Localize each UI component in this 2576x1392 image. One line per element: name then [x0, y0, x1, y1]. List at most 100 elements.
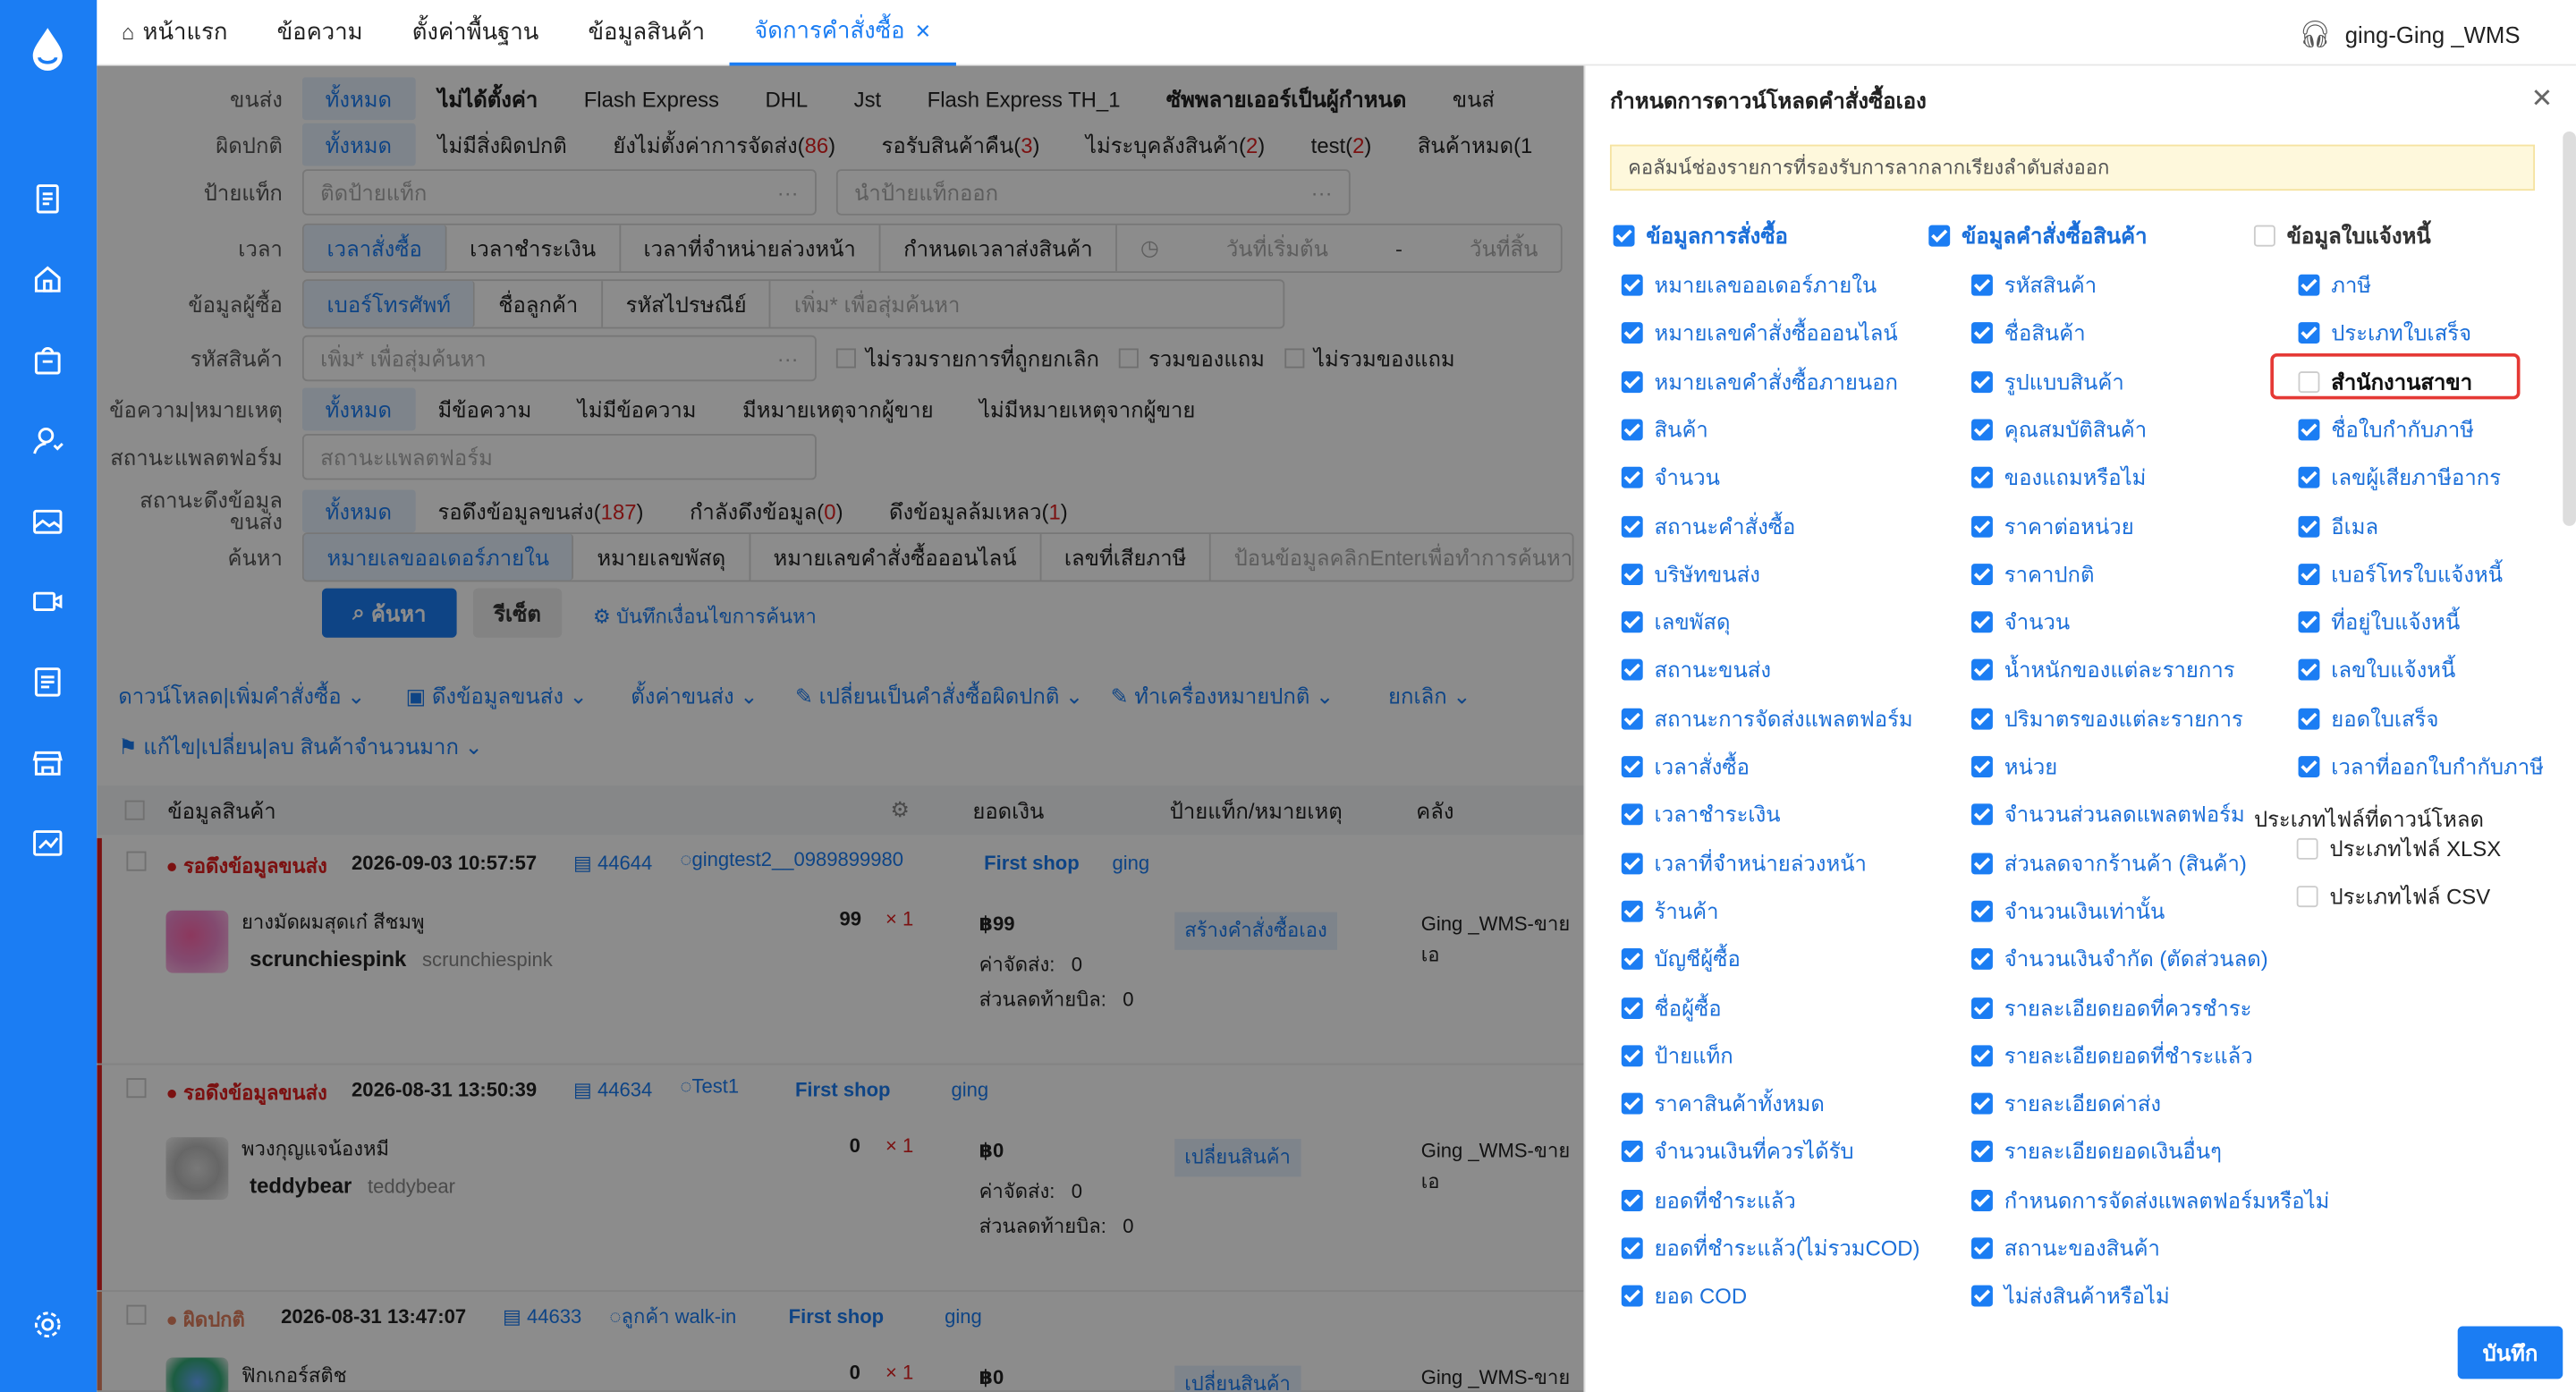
xlsx-option[interactable]: ประเภทไฟล์ XLSX: [2296, 832, 2501, 867]
search-option[interactable]: หมายเลขพัสดุ: [574, 534, 750, 581]
filter-option[interactable]: ทั้งหมด: [301, 77, 415, 121]
headset-icon[interactable]: 🎧︎: [2299, 18, 2332, 51]
field-checkbox[interactable]: รายละเอียดยอดที่ควรชำระ: [1971, 990, 2252, 1025]
pull-option[interactable]: ดึงข้อมูลล้มเหลว(1): [866, 489, 1090, 532]
settings-icon[interactable]: [30, 1306, 65, 1342]
time-option[interactable]: เวลาชำระเงิน: [446, 225, 621, 272]
field-checkbox[interactable]: เวลาสั่งซื้อ: [1621, 750, 1750, 785]
document-icon[interactable]: [30, 181, 65, 216]
field-checkbox[interactable]: บัญชีผู้ซื้อ: [1621, 942, 1741, 977]
buyer-link[interactable]: ◌gingtest2__0989899980: [680, 848, 903, 871]
memo-option[interactable]: ไม่มีข้อความ: [555, 388, 719, 431]
date-range-input[interactable]: ◷ วันที่เริ่มต้น - วันที่สิ้น: [1117, 225, 1561, 271]
field-checkbox[interactable]: ป้ายแท็ก: [1621, 1039, 1733, 1074]
time-option[interactable]: กำหนดเวลาส่งสินค้า: [880, 225, 1118, 272]
time-option[interactable]: เวลาสั่งซื้อ: [303, 225, 447, 272]
filter-option[interactable]: ทั้งหมด: [301, 123, 415, 166]
field-checkbox[interactable]: หมายเลขออเดอร์ภายใน: [1621, 267, 1877, 302]
filter-option[interactable]: ยังไม่ตั้งค่าการจัดส่ง(86): [590, 123, 859, 166]
add-tag-select[interactable]: ติดป้ายแท็ก ···: [301, 169, 817, 216]
image-icon[interactable]: [30, 503, 65, 539]
field-checkbox[interactable]: รายละเอียดยอดเงินอื่นๆ: [1971, 1134, 2222, 1169]
order-id-link[interactable]: ▤ 44644: [573, 852, 652, 875]
platform-status-select[interactable]: สถานะแพลตฟอร์ม: [301, 433, 817, 480]
filter-option[interactable]: สินค้าหมด(1: [1394, 123, 1555, 166]
filter-option[interactable]: test(2): [1288, 123, 1394, 166]
field-checkbox[interactable]: รหัสสินค้า: [1971, 267, 2097, 302]
field-checkbox[interactable]: สถานะคำสั่งซื้อ: [1621, 509, 1795, 544]
field-checkbox[interactable]: เลขผู้เสียภาษีอากร: [2298, 461, 2501, 496]
save-button[interactable]: บันทึก: [2457, 1326, 2563, 1379]
order-id-link[interactable]: ▤ 44634: [573, 1078, 652, 1101]
row-checkbox[interactable]: [126, 1304, 147, 1325]
filter-option[interactable]: รอรับสินค้าคืน(3): [859, 123, 1063, 166]
buyer-option[interactable]: เบอร์โทรศัพท์: [303, 281, 476, 327]
reset-button[interactable]: รีเซ็ต: [472, 588, 563, 638]
column-header-checkbox[interactable]: ข้อมูลคำสั่งซื้อสินค้า: [1928, 218, 2148, 253]
field-checkbox[interactable]: ชื่อสินค้า: [1971, 316, 2086, 351]
field-checkbox[interactable]: จำนวนเงินจำกัด (ตัดส่วนลด): [1971, 942, 2268, 977]
order-id-link[interactable]: ▤ 44633: [503, 1305, 581, 1328]
field-checkbox[interactable]: สถานะขนส่ง: [1621, 653, 1771, 688]
buyer-search-input[interactable]: เพิ่ม* เพื่อสุ่มค้นหา: [771, 281, 1284, 327]
pull-option[interactable]: ทั้งหมด: [301, 489, 415, 533]
user-menu[interactable]: 🎧︎ ging-Ging _WMS: [2299, 18, 2521, 51]
field-checkbox[interactable]: เบอร์โทรใบแจ้งหนี้: [2298, 556, 2503, 591]
pull-option[interactable]: รอดึงข้อมูลขนส่ง(187): [415, 489, 666, 532]
time-option[interactable]: เวลาที่จำหน่ายล่วงหน้า: [621, 225, 881, 272]
shop-link[interactable]: First shop: [984, 852, 1080, 875]
filter-option[interactable]: ขนส่: [1429, 77, 1518, 120]
report-icon[interactable]: [30, 664, 65, 700]
exclude-gift-checkbox[interactable]: ไม่รวมของแถม: [1284, 341, 1455, 376]
field-checkbox[interactable]: ที่อยู่ใบแจ้งหนี้: [2298, 605, 2460, 640]
memo-option[interactable]: ทั้งหมด: [301, 387, 415, 431]
field-checkbox[interactable]: ไม่ส่งสินค้าหรือไม่: [1971, 1279, 2170, 1314]
field-checkbox[interactable]: ยอดใบเสร็จ: [2298, 701, 2438, 736]
field-checkbox[interactable]: ของแถมหรือไม่: [1971, 461, 2146, 496]
chart-icon[interactable]: [30, 825, 65, 861]
keyword-input[interactable]: ป้อนข้อมูลคลิกEnterเพื่อทำการค้นหา: [1211, 534, 1573, 580]
field-checkbox[interactable]: อีเมล: [2298, 509, 2378, 544]
filter-option[interactable]: Jst: [831, 77, 904, 120]
field-checkbox[interactable]: ยอดที่ชำระแล้ว: [1621, 1183, 1796, 1218]
filter-option[interactable]: ไม่มีสิ่งผิดปกติ: [415, 123, 590, 166]
search-option[interactable]: หมายเลขออเดอร์ภายใน: [303, 534, 574, 581]
tab-messages[interactable]: ข้อความ: [252, 0, 387, 65]
field-checkbox[interactable]: ร้านค้า: [1621, 894, 1719, 929]
scrollbar[interactable]: [2563, 131, 2576, 526]
field-checkbox[interactable]: ภาษี: [2298, 267, 2371, 302]
search-button[interactable]: ⌕ ค้นหา: [321, 588, 457, 638]
memo-option[interactable]: มีข้อความ: [415, 388, 555, 431]
exclude-cancelled-checkbox[interactable]: ไม่รวมรายการที่ถูกยกเลิก: [835, 341, 1099, 376]
field-checkbox[interactable]: บริษัทขนส่ง: [1621, 556, 1760, 591]
tab-order-management[interactable]: จัดการคำสั่งซื้อ ✕: [729, 0, 956, 65]
field-checkbox[interactable]: เลขใบแจ้งหนี้: [2298, 653, 2455, 688]
field-checkbox[interactable]: กำหนดการจัดส่งแพลตฟอร์มหรือไม่: [1971, 1183, 2329, 1218]
save-search-button[interactable]: ⚙ บันทึกเงื่อนไขการค้นหา: [593, 601, 817, 632]
field-checkbox[interactable]: รูปแบบสินค้า: [1971, 364, 2124, 399]
tab-product-info[interactable]: ข้อมูลสินค้า: [564, 0, 730, 65]
field-checkbox[interactable]: หมายเลขคำสั่งซื้อออนไลน์: [1621, 316, 1898, 351]
memo-option[interactable]: ไม่มีหมายเหตุจากผู้ขาย: [956, 388, 1218, 431]
mark-abnormal-menu[interactable]: ✎ เปลี่ยนเป็นคำสั่งซื้อผิดปกติ ⌄: [795, 679, 1083, 714]
field-checkbox[interactable]: ราคาต่อหน่วย: [1971, 509, 2134, 544]
column-header-checkbox[interactable]: ข้อมูลใบแจ้งหนี้: [2253, 218, 2431, 253]
field-checkbox[interactable]: จำนวน: [1971, 605, 2070, 640]
filter-option[interactable]: ซัพพลายเออร์เป็นผู้กำหนด: [1143, 77, 1429, 120]
logo-drop-icon[interactable]: [26, 23, 69, 72]
filter-option[interactable]: ไม่ระบุคลังสินค้า(2): [1063, 123, 1288, 166]
buyer-link[interactable]: ◌ลูกค้า walk-in: [609, 1302, 736, 1333]
field-checkbox[interactable]: จำนวนเงินที่ควรได้รับ: [1621, 1134, 1854, 1169]
field-checkbox[interactable]: ยอดที่ชำระแล้ว(ไม่รวมCOD): [1621, 1231, 1920, 1266]
sku-search-input[interactable]: เพิ่ม* เพื่อสุ่มค้นหา ···: [301, 335, 817, 382]
field-checkbox[interactable]: ราคาปกติ: [1971, 556, 2095, 591]
remove-tag-select[interactable]: นำป้ายแท็กออก ···: [835, 169, 1351, 216]
memo-option[interactable]: มีหมายเหตุจากผู้ขาย: [719, 388, 956, 431]
settings-icon[interactable]: ⚙: [890, 797, 972, 823]
shop-link[interactable]: First shop: [795, 1078, 891, 1101]
csv-option[interactable]: ประเภทไฟล์ CSV: [2296, 879, 2490, 914]
video-icon[interactable]: [30, 583, 65, 619]
bulk-edit-menu[interactable]: ⚑ แก้ไข|เปลี่ยน|ลบ สินค้าจำนวนมาก ⌄: [118, 730, 482, 765]
filter-option[interactable]: Flash Express: [561, 77, 742, 120]
field-checkbox[interactable]: สถานะของสินค้า: [1971, 1231, 2160, 1266]
